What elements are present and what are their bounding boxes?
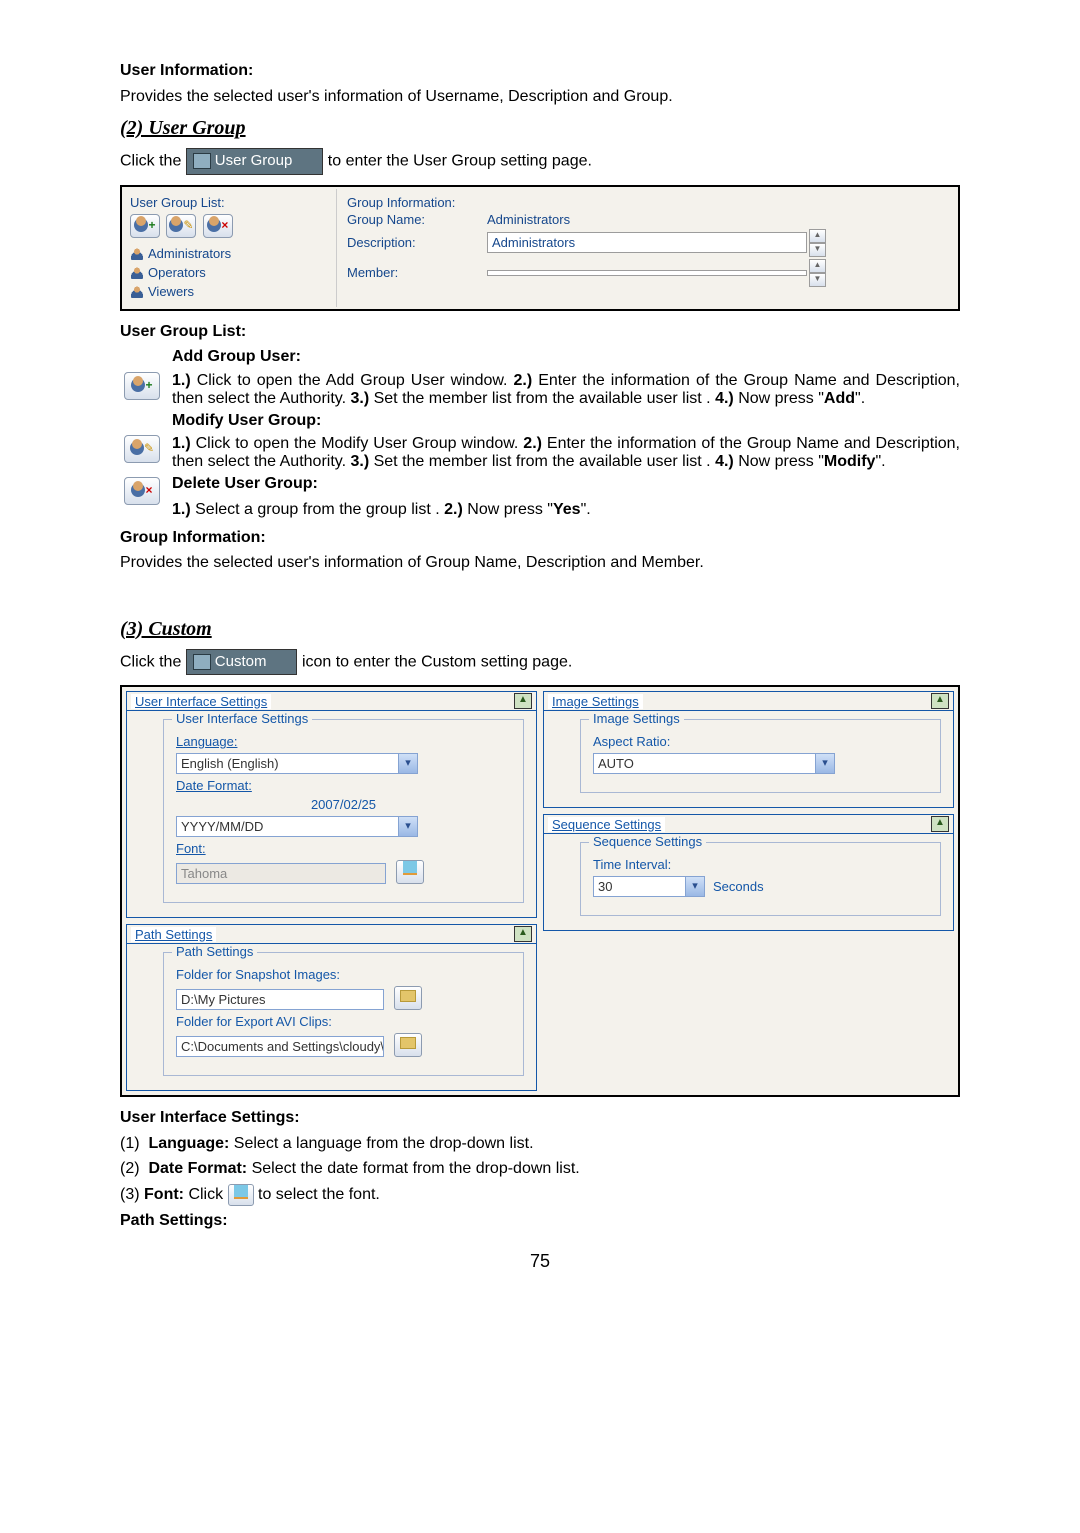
- path-settings-group: Path Settings ▲ Path Settings Folder for…: [126, 924, 537, 1091]
- modify-user-group-body: 1.) Click to open the Modify User Group …: [172, 435, 960, 471]
- uis-line1: (1) Language: Select a language from the…: [120, 1133, 960, 1155]
- chevron-down-icon[interactable]: ▾: [685, 877, 704, 896]
- add-group-user-body: 1.) Click to open the Add Group User win…: [172, 372, 960, 408]
- group-information-title: Group Information:: [120, 527, 960, 549]
- group-icon: [130, 286, 144, 298]
- language-combo[interactable]: English (English) ▾: [176, 753, 418, 774]
- member-key: Member:: [347, 265, 487, 280]
- group-item-viewers[interactable]: Viewers: [130, 282, 330, 301]
- delete-user-group-title: Delete User Group:: [172, 473, 960, 495]
- collapse-icon[interactable]: ▲: [931, 816, 949, 832]
- snapshot-folder-input[interactable]: D:\My Pictures: [176, 989, 384, 1010]
- user-group-panel: User Group List: + ✎ × Administrators Op…: [120, 185, 960, 311]
- language-label: Language:: [176, 734, 511, 749]
- path-legend: Path Settings: [172, 944, 257, 959]
- user-information-heading: User Information:: [120, 60, 960, 82]
- modify-group-button[interactable]: ✎: [166, 214, 196, 238]
- date-sample: 2007/02/25: [176, 797, 511, 812]
- member-value[interactable]: [487, 270, 807, 276]
- group-name-key: Group Name:: [347, 212, 487, 227]
- uis-line3: (3) Font: Click to select the font.: [120, 1184, 960, 1206]
- user-group-tab-icon: [193, 153, 211, 169]
- group-information-desc: Provides the selected user's information…: [120, 552, 960, 574]
- user-group-list-title: User Group List:: [120, 321, 960, 343]
- aspect-ratio-label: Aspect Ratio:: [593, 734, 928, 749]
- sequence-settings-head[interactable]: Sequence Settings: [548, 817, 665, 832]
- add-group-icon: +: [124, 372, 160, 400]
- font-label: Font:: [176, 841, 511, 856]
- image-settings-head[interactable]: Image Settings: [548, 694, 643, 709]
- time-interval-label: Time Interval:: [593, 857, 928, 872]
- aspect-ratio-combo[interactable]: AUTO ▾: [593, 753, 835, 774]
- avi-folder-label: Folder for Export AVI Clips:: [176, 1014, 511, 1029]
- delete-user-group-body: 1.) Select a group from the group list .…: [172, 499, 960, 521]
- custom-tab-button[interactable]: Custom: [186, 649, 298, 675]
- collapse-icon[interactable]: ▲: [931, 693, 949, 709]
- browse-avi-button[interactable]: [394, 1033, 422, 1057]
- user-group-click-line: Click the User Group to enter the User G…: [120, 148, 960, 174]
- group-item-operators[interactable]: Operators: [130, 263, 330, 282]
- user-group-tab-button[interactable]: User Group: [186, 148, 324, 174]
- image-settings-group: Image Settings ▲ Image Settings Aspect R…: [543, 691, 954, 808]
- path-settings-title: Path Settings:: [120, 1210, 960, 1232]
- custom-click-line: Click the Custom icon to enter the Custo…: [120, 649, 960, 675]
- user-group-list-label: User Group List:: [130, 195, 330, 210]
- description-value[interactable]: Administrators: [487, 232, 807, 253]
- group-icon: [130, 267, 144, 279]
- custom-settings-panel: User Interface Settings ▲ User Interface…: [120, 685, 960, 1097]
- date-format-label: Date Format:: [176, 778, 511, 793]
- add-group-button[interactable]: +: [130, 214, 160, 238]
- sequence-settings-legend: Sequence Settings: [589, 834, 706, 849]
- modify-user-group-title: Modify User Group:: [172, 410, 960, 432]
- chevron-down-icon[interactable]: ▾: [815, 754, 834, 773]
- group-item-administrators[interactable]: Administrators: [130, 244, 330, 263]
- user-interface-settings-group: User Interface Settings ▲ User Interface…: [126, 691, 537, 918]
- description-scroll[interactable]: ▲▼: [809, 229, 826, 257]
- add-group-user-title: Add Group User:: [172, 346, 960, 368]
- section-user-group-heading: (2) User Group: [120, 115, 960, 142]
- image-settings-legend: Image Settings: [589, 711, 684, 726]
- group-icon: [130, 248, 144, 260]
- folder-icon: [400, 990, 416, 1002]
- modify-group-icon: ✎: [124, 435, 160, 463]
- uis-head[interactable]: User Interface Settings: [131, 694, 271, 709]
- uis-line2: (2) Date Format: Select the date format …: [120, 1158, 960, 1180]
- chevron-down-icon[interactable]: ▾: [398, 817, 417, 836]
- collapse-icon[interactable]: ▲: [514, 926, 532, 942]
- path-head[interactable]: Path Settings: [131, 927, 216, 942]
- uis-legend: User Interface Settings: [172, 711, 312, 726]
- font-icon: [403, 861, 417, 875]
- delete-group-button[interactable]: ×: [203, 214, 233, 238]
- seconds-label: Seconds: [713, 879, 764, 894]
- description-key: Description:: [347, 235, 487, 250]
- date-format-combo[interactable]: YYYY/MM/DD ▾: [176, 816, 418, 837]
- collapse-icon[interactable]: ▲: [514, 693, 532, 709]
- sequence-settings-group: Sequence Settings ▲ Sequence Settings Ti…: [543, 814, 954, 931]
- delete-group-icon: ×: [124, 477, 160, 505]
- member-scroll[interactable]: ▲▼: [809, 259, 826, 287]
- user-information-desc: Provides the selected user's information…: [120, 86, 960, 108]
- time-interval-combo[interactable]: 30 ▾: [593, 876, 705, 897]
- section-custom-heading: (3) Custom: [120, 616, 960, 643]
- chevron-down-icon[interactable]: ▾: [398, 754, 417, 773]
- avi-folder-input[interactable]: C:\Documents and Settings\cloudy\My: [176, 1036, 384, 1057]
- browse-snapshot-button[interactable]: [394, 986, 422, 1010]
- group-name-value: Administrators: [487, 212, 570, 227]
- custom-tab-icon: [193, 654, 211, 670]
- uis-title: User Interface Settings:: [120, 1107, 960, 1129]
- font-select-button[interactable]: [396, 860, 424, 884]
- group-information-label: Group Information:: [347, 195, 946, 210]
- folder-icon: [400, 1037, 416, 1049]
- page-number: 75: [120, 1251, 960, 1272]
- font-select-icon: [228, 1184, 254, 1206]
- font-field: Tahoma: [176, 863, 386, 884]
- snapshot-folder-label: Folder for Snapshot Images:: [176, 967, 511, 982]
